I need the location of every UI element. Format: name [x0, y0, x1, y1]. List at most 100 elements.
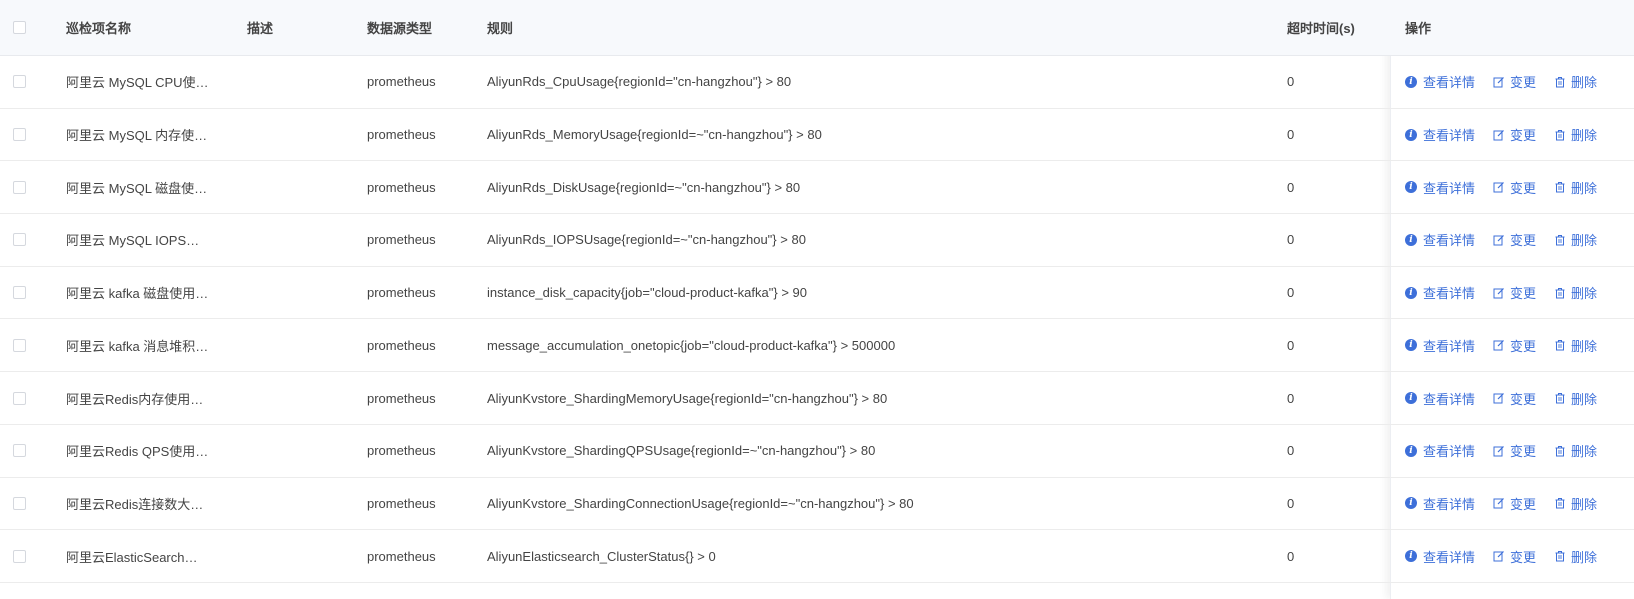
edit-button[interactable]: 变更: [1493, 336, 1536, 355]
row-checkbox-cell[interactable]: [13, 161, 29, 213]
delete-button[interactable]: 删除: [1554, 441, 1597, 460]
row-checkbox[interactable]: [13, 391, 26, 405]
row-checkbox[interactable]: [13, 338, 26, 352]
info-icon: i: [1405, 233, 1417, 246]
row-checkbox-cell[interactable]: [13, 267, 29, 319]
view-details-button[interactable]: i 查看详情: [1405, 230, 1475, 249]
edit-button[interactable]: 变更: [1493, 283, 1536, 302]
delete-label: 删除: [1571, 391, 1598, 407]
item-source: prometheus: [367, 495, 436, 511]
delete-button[interactable]: 删除: [1554, 494, 1597, 513]
trash-icon: [1555, 393, 1565, 404]
item-desc: [247, 530, 347, 582]
table-row: 阿里云Redis QPS使用… prometheus AliyunKvstore…: [0, 425, 1634, 478]
view-details-button[interactable]: i 查看详情: [1405, 178, 1475, 197]
view-details-label: 查看详情: [1423, 444, 1476, 460]
edit-icon: [1493, 340, 1504, 351]
item-rule: AliyunElasticsearch_ClusterStatus{} > 0: [487, 548, 716, 564]
item-name: 阿里云 MySQL IOPS…: [66, 233, 200, 249]
row-checkbox[interactable]: [13, 444, 26, 458]
view-details-button[interactable]: i 查看详情: [1405, 283, 1475, 302]
row-checkbox[interactable]: [13, 496, 26, 510]
delete-button[interactable]: 删除: [1554, 336, 1597, 355]
edit-button[interactable]: 变更: [1493, 441, 1536, 460]
row-checkbox[interactable]: [13, 128, 26, 142]
edit-icon: [1493, 445, 1504, 457]
delete-label: 删除: [1571, 286, 1598, 302]
row-checkbox[interactable]: [13, 549, 26, 563]
item-name: 阿里云 MySQL CPU使…: [66, 75, 209, 91]
view-details-button[interactable]: i 查看详情: [1405, 389, 1475, 408]
edit-button[interactable]: 变更: [1493, 125, 1536, 144]
row-checkbox[interactable]: [13, 75, 26, 89]
edit-button[interactable]: 变更: [1493, 230, 1536, 249]
delete-button[interactable]: 删除: [1554, 230, 1597, 249]
select-all-checkbox[interactable]: [13, 21, 26, 34]
delete-label: 删除: [1571, 496, 1598, 512]
info-icon: i: [1405, 497, 1417, 510]
row-checkbox-cell[interactable]: [13, 214, 29, 266]
delete-button[interactable]: 删除: [1554, 178, 1597, 197]
edit-icon: [1493, 182, 1504, 193]
table-row: 阿里云 MySQL 内存使… prometheus AliyunRds_Memo…: [0, 109, 1634, 162]
edit-label: 变更: [1510, 128, 1537, 144]
trash-icon: [1555, 182, 1565, 193]
row-checkbox-cell[interactable]: [13, 372, 29, 424]
item-desc: [247, 109, 347, 161]
view-details-button[interactable]: i 查看详情: [1405, 336, 1475, 355]
item-desc: [247, 320, 347, 372]
view-details-button[interactable]: i 查看详情: [1405, 494, 1475, 513]
delete-button[interactable]: 删除: [1554, 72, 1597, 91]
delete-button[interactable]: 删除: [1554, 389, 1597, 408]
edit-button[interactable]: 变更: [1493, 72, 1536, 91]
item-source: prometheus: [367, 232, 436, 248]
view-details-button[interactable]: i 查看详情: [1405, 441, 1475, 460]
item-rule: AliyunRds_IOPSUsage{regionId=~"cn-hangzh…: [487, 232, 806, 248]
header-checkbox-cell[interactable]: [13, 0, 29, 55]
delete-button[interactable]: 删除: [1554, 125, 1597, 144]
row-checkbox-cell[interactable]: [13, 425, 29, 477]
edit-label: 变更: [1510, 75, 1537, 91]
row-checkbox[interactable]: [13, 286, 26, 300]
delete-button[interactable]: 删除: [1554, 283, 1597, 302]
edit-button[interactable]: 变更: [1493, 547, 1536, 566]
trash-icon: [1555, 551, 1565, 562]
edit-label: 变更: [1510, 391, 1537, 407]
edit-button[interactable]: 变更: [1493, 389, 1536, 408]
row-checkbox-cell[interactable]: [13, 530, 29, 582]
row-checkbox-cell[interactable]: [13, 109, 29, 161]
row-actions: i 查看详情 变更 删除: [1391, 372, 1634, 424]
trash-icon: [1555, 340, 1565, 351]
item-desc: [247, 372, 347, 424]
item-name: 阿里云Redis内存使用…: [66, 391, 204, 407]
row-checkbox[interactable]: [13, 180, 26, 194]
edit-button[interactable]: 变更: [1493, 178, 1536, 197]
view-details-button[interactable]: i 查看详情: [1405, 547, 1475, 566]
item-source: prometheus: [367, 179, 436, 195]
row-checkbox-cell[interactable]: [13, 56, 29, 108]
view-details-button[interactable]: i 查看详情: [1405, 125, 1475, 144]
item-name: 阿里云Redis QPS使用…: [66, 444, 209, 460]
item-name: 阿里云 MySQL 磁盘使…: [66, 180, 208, 196]
item-rule: AliyunKvstore_ShardingMemoryUsage{region…: [487, 390, 888, 406]
trash-icon: [1555, 234, 1565, 246]
item-source: prometheus: [367, 390, 436, 406]
column-header-rule: 规则: [487, 21, 514, 36]
item-rule: AliyunRds_CpuUsage{regionId="cn-hangzhou…: [487, 74, 792, 90]
item-source: prometheus: [367, 285, 436, 301]
row-actions: i 查看详情 变更 删除: [1391, 161, 1634, 213]
table-row: 阿里云 MySQL IOPS… prometheus AliyunRds_IOP…: [0, 214, 1634, 267]
edit-button[interactable]: 变更: [1493, 494, 1536, 513]
view-details-button[interactable]: i 查看详情: [1405, 72, 1475, 91]
row-checkbox-cell[interactable]: [13, 478, 29, 530]
delete-button[interactable]: 删除: [1554, 547, 1597, 566]
edit-label: 变更: [1510, 549, 1537, 565]
item-timeout: 0: [1287, 179, 1295, 195]
row-checkbox[interactable]: [13, 233, 26, 247]
row-checkbox-cell[interactable]: [13, 320, 29, 372]
item-name: 阿里云 kafka 磁盘使用…: [66, 286, 209, 302]
item-timeout: 0: [1287, 548, 1295, 564]
table-row: 阿里云 MySQL 磁盘使… prometheus AliyunRds_Disk…: [0, 161, 1634, 215]
table-row: 阿里云 kafka 磁盘使用… prometheus instance_disk…: [0, 267, 1634, 320]
column-header-name[interactable]: 巡检项名称: [66, 0, 226, 55]
